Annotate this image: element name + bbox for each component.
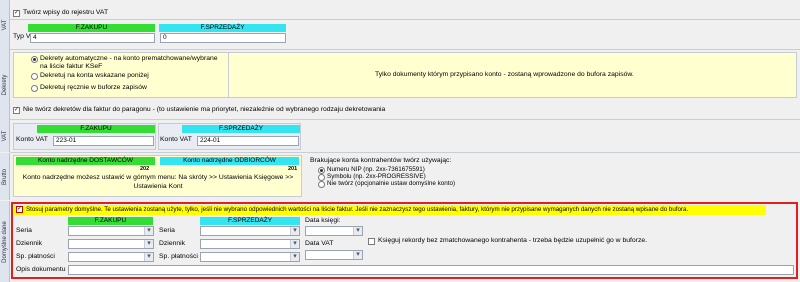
dekrety-side-label: Dekrety [1,74,8,96]
odbiorcow-header: Konto nadrzędne ODBIORCÓW [160,157,299,165]
dziennik-zakupu-select[interactable] [68,239,154,249]
vat2-side-label-bar: VAT [0,120,10,152]
dziennik-sprzedazy-label: Dziennik [159,240,186,247]
missing-none-label: Nie twórz (opcjonalnie ustaw domyślne ko… [327,180,456,187]
seria-sprzedazy-select[interactable] [200,226,300,236]
missing-accounts-title: Brakujące konta kontrahentów twórz używa… [310,157,452,164]
brutto-side-label: Brutto [1,168,8,185]
konto-vat-sprzedazy-label: Konto VAT [160,136,192,143]
platnosci-zakupu-label: Sp. płatności [16,253,55,260]
vat-side-label: VAT [1,19,8,31]
dekrety-auto-radio[interactable] [31,56,38,63]
domyslne-sprzedazy-header: F.SPRZEDAŻY [200,217,300,225]
seria-zakupu-label: Seria [16,227,32,234]
dostawcow-header: Konto nadrzędne DOSTAWCÓW [16,157,155,165]
divider [10,152,800,153]
domyslne-side-label: Domyślne dane [1,220,8,263]
typ-vat-sprzedazy-input[interactable]: 0 [160,33,286,43]
dekrety-auto-label: Dekrety automatyczne - na konto prematch… [40,55,218,70]
vat2-side-label: VAT [1,130,8,142]
opis-dokumentu-label: Opis dokumentu [16,266,66,273]
missing-none-radio[interactable] [318,181,325,188]
register-vat-label: Twórz wpisy do rejestru VAT [23,9,109,16]
divider [10,19,800,20]
paragon-checkbox[interactable]: ✓ [13,107,20,114]
bez-kontrahenta-checkbox[interactable] [368,238,375,245]
dekrety-info-text: Tylko dokumenty którym przypisano konto … [375,71,634,78]
dziennik-sprzedazy-select[interactable] [200,239,300,249]
domyslne-zakupu-header: F.ZAKUPU [68,217,153,225]
domyslne-checkbox-label: Stosuj parametry domyślne. Te ustawienia… [26,206,689,213]
dziennik-zakupu-label: Dziennik [16,240,43,247]
platnosci-sprzedazy-label: Sp. płatności [159,253,198,260]
bez-kontrahenta-label: Księguj rekordy bez zmatchowanego kontra… [378,237,648,244]
seria-sprzedazy-label: Seria [159,227,175,234]
konto-nadrzedne-note: Konto nadrzędne możesz ustawić w górnym … [22,174,294,190]
typ-vat-zakupu-input[interactable]: 4 [30,33,155,43]
register-vat-checkbox[interactable]: ✓ [13,10,20,17]
data-ksiegi-select[interactable] [305,226,363,236]
vat-sprzedazy-header: F.SPRZEDAŻY [159,24,286,32]
dekrety-side-label-bar: Dekrety [0,50,10,120]
paragon-label: Nie twórz dekretów dla faktur do paragon… [23,106,386,113]
dostawcow-value: 202 [140,166,150,172]
brutto-side-label-bar: Brutto [0,153,10,200]
vat-zakupu-header: F.ZAKUPU [28,24,155,32]
konto-vat-zakupu-label: Konto VAT [16,136,48,143]
missing-symbol-radio[interactable] [318,174,325,181]
vat2-sprzedazy-header: F.SPRZEDAŻY [182,125,300,133]
odbiorcow-value: 201 [288,166,298,172]
data-vat-select[interactable] [305,250,363,260]
seria-zakupu-select[interactable] [68,226,154,236]
data-ksiegi-label: Data księgi: [305,217,341,224]
opis-dokumentu-input[interactable] [68,265,794,275]
missing-nip-radio[interactable] [318,167,325,174]
vat-side-label-bar: VAT [0,0,10,50]
data-vat-label: Data VAT [305,240,334,247]
dekrety-wskazane-label: Dekretuj na konta wskazane poniżej [40,72,149,79]
vat2-zakupu-header: F.ZAKUPU [37,125,155,133]
platnosci-zakupu-select[interactable] [68,252,154,262]
dekrety-divider [228,53,229,97]
dekrety-wskazane-radio[interactable] [31,73,38,80]
divider [10,49,800,50]
domyslne-checkbox[interactable]: ✓ [16,206,23,213]
dekrety-reczne-radio[interactable] [31,85,38,92]
konto-vat-zakupu-input[interactable]: 223-01 [53,136,154,146]
divider [10,119,800,120]
domyslne-side-label-bar: Domyślne dane [0,201,10,282]
dekrety-reczne-label: Dekretuj ręcznie w buforze zapisów [40,84,147,91]
konto-vat-sprzedazy-input[interactable]: 224-01 [197,136,299,146]
platnosci-sprzedazy-select[interactable] [200,252,300,262]
